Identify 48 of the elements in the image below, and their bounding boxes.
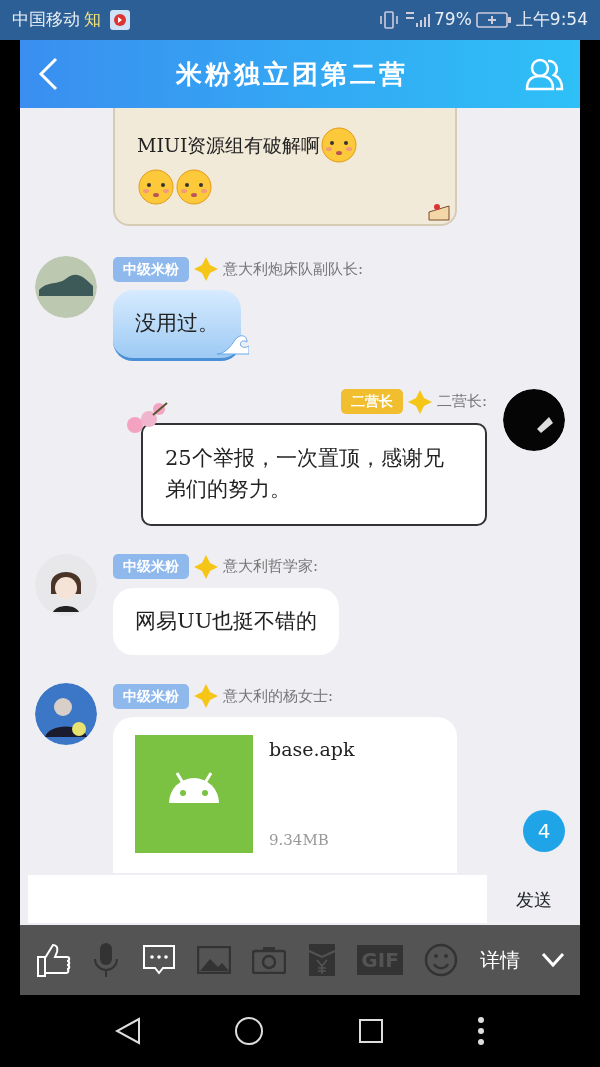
blushing-face-icon bbox=[175, 168, 213, 206]
sparkle-icon bbox=[406, 388, 433, 415]
sender-name: 意大利哲学家: bbox=[223, 556, 319, 578]
smiley-icon[interactable] bbox=[424, 943, 459, 977]
level-badge: 中级米粉 bbox=[113, 256, 189, 282]
camera-icon[interactable] bbox=[252, 946, 287, 974]
carrier-name: 中国移动 bbox=[12, 8, 80, 32]
sparkle-icon bbox=[193, 553, 219, 580]
recents-square-icon[interactable] bbox=[357, 1018, 384, 1044]
video-app-icon bbox=[109, 9, 131, 31]
microphone-icon[interactable] bbox=[92, 941, 121, 979]
image-icon[interactable] bbox=[197, 946, 232, 974]
battery-charging-icon bbox=[475, 11, 512, 29]
blushing-face-icon bbox=[320, 126, 359, 164]
cake-icon bbox=[427, 202, 451, 222]
comment-icon[interactable] bbox=[141, 944, 176, 976]
avatar bbox=[503, 388, 565, 451]
level-badge: 二营长 bbox=[340, 389, 403, 414]
thumbs-up-icon[interactable] bbox=[34, 942, 71, 978]
blushing-face-icon bbox=[137, 168, 175, 206]
message-text: MIUI资源组有破解啊 bbox=[137, 132, 321, 158]
message-bubble: 网易UU也挺不错的 bbox=[113, 587, 340, 655]
avatar bbox=[35, 553, 97, 616]
file-name: base.apk bbox=[269, 737, 355, 762]
avatar bbox=[35, 256, 97, 318]
vibrate-icon bbox=[378, 9, 400, 31]
sender-name: 意大利炮床队副队长: bbox=[223, 258, 364, 280]
level-badge: 中级米粉 bbox=[113, 683, 189, 709]
details-link[interactable]: 详情 bbox=[479, 945, 520, 975]
home-circle-icon[interactable] bbox=[234, 1016, 265, 1046]
sender-name: 二营长: bbox=[436, 391, 487, 413]
back-icon[interactable] bbox=[36, 56, 60, 92]
chat-title: 米粉独立团第二营 bbox=[176, 57, 408, 91]
level-badge: 中级米粉 bbox=[113, 554, 189, 579]
sender-name: 意大利的杨女士: bbox=[223, 685, 334, 707]
group-members-icon[interactable] bbox=[524, 56, 564, 92]
sparkle-icon bbox=[193, 256, 219, 282]
file-size: 9.34MB bbox=[269, 829, 330, 851]
app-notification-label: 知 bbox=[84, 8, 101, 32]
avatar bbox=[35, 683, 97, 745]
battery-percentage: 79% bbox=[434, 8, 472, 32]
envelope-icon[interactable] bbox=[307, 943, 336, 977]
sparkle-icon bbox=[193, 683, 219, 709]
back-triangle-icon[interactable] bbox=[114, 1017, 141, 1045]
more-dots-icon[interactable] bbox=[477, 1016, 486, 1046]
chevron-down-icon[interactable] bbox=[541, 952, 566, 968]
clock-time: 上午9:54 bbox=[515, 8, 588, 32]
android-file-icon bbox=[135, 735, 253, 853]
